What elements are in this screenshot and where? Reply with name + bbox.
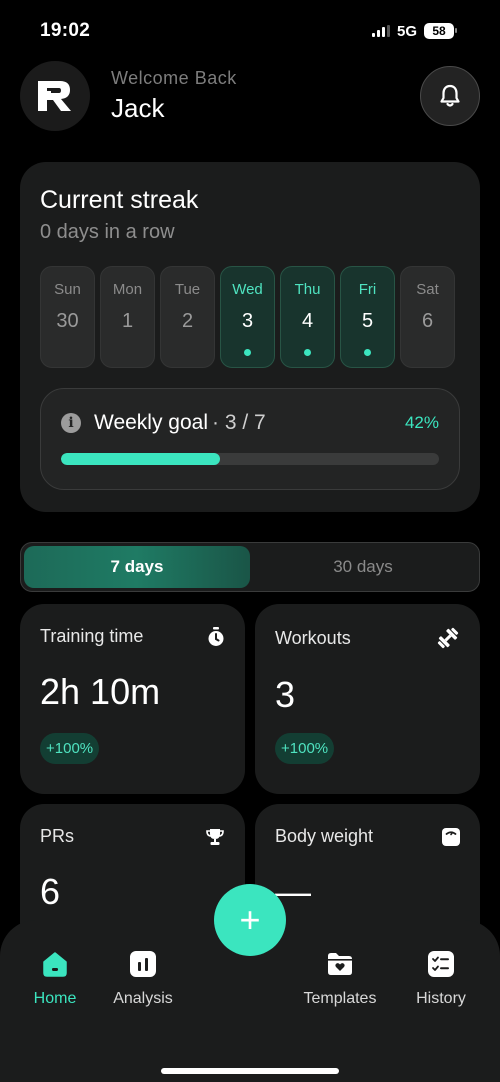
dumbbell-icon xyxy=(437,627,459,649)
day-sat[interactable]: Sat 6 xyxy=(400,266,455,368)
nav-templates[interactable]: Templates xyxy=(285,950,395,1008)
day-mon[interactable]: Mon 1 xyxy=(100,266,155,368)
scale-icon xyxy=(442,827,460,846)
day-name: Sun xyxy=(54,281,81,298)
bell-icon xyxy=(440,84,460,107)
day-number: 6 xyxy=(421,310,434,332)
day-name: Tue xyxy=(174,281,201,298)
nav-home-label: Home xyxy=(33,990,77,1007)
streak-subtitle: 0 days in a row xyxy=(40,221,175,243)
stopwatch-icon xyxy=(208,626,224,646)
week-days: Sun 30 Mon 1 Tue 2 Wed 3 Thu 4 Fri 5 Sat 6 xyxy=(40,266,460,368)
workouts-value: 3 xyxy=(275,674,296,715)
training-time-value: 2h 10m xyxy=(40,671,161,712)
day-thu[interactable]: Thu 4 xyxy=(280,266,335,368)
nav-templates-label: Templates xyxy=(303,990,377,1007)
day-name: Mon xyxy=(112,281,143,298)
notifications-button[interactable] xyxy=(420,66,480,126)
analysis-icon xyxy=(130,951,156,977)
nav-analysis-label: Analysis xyxy=(113,990,173,1007)
workout-dot xyxy=(244,349,251,356)
weekly-goal[interactable]: i Weekly goal · 3 / 7 42% xyxy=(40,388,460,490)
nav-history[interactable]: History xyxy=(386,950,496,1008)
trophy-icon xyxy=(206,828,224,845)
user-name: Jack xyxy=(111,93,165,123)
status-indicators: 5G 58 xyxy=(371,22,457,40)
day-number: 3 xyxy=(241,310,254,332)
header: Welcome Back Jack xyxy=(20,60,480,132)
day-tue[interactable]: Tue 2 xyxy=(160,266,215,368)
range-30-days[interactable]: 30 days xyxy=(250,546,476,588)
app-logo xyxy=(20,61,90,131)
add-workout-button[interactable]: + xyxy=(214,884,286,956)
training-time-label: Training time xyxy=(40,626,144,646)
day-wed[interactable]: Wed 3 xyxy=(220,266,275,368)
body-weight-value: — xyxy=(275,871,311,912)
day-name: Fri xyxy=(358,281,377,298)
training-time-change-badge: +100% xyxy=(40,733,100,764)
network-type: 5G xyxy=(396,22,417,40)
streak-title: Current streak xyxy=(40,186,199,214)
day-number: 2 xyxy=(181,310,194,332)
logo-icon xyxy=(35,81,71,111)
day-number: 5 xyxy=(361,310,374,332)
home-indicator xyxy=(161,1068,339,1074)
workout-dot xyxy=(364,349,371,356)
day-name: Sat xyxy=(416,281,439,298)
weekly-goal-label: Weekly goal xyxy=(94,411,209,434)
weekly-goal-progress-fill xyxy=(61,453,220,465)
checklist-icon xyxy=(428,951,454,977)
day-number: 30 xyxy=(56,310,79,332)
signal-icon xyxy=(371,25,390,37)
welcome-block: Welcome Back Jack xyxy=(111,68,420,124)
body-weight-label: Body weight xyxy=(275,826,374,846)
day-sun[interactable]: Sun 30 xyxy=(40,266,95,368)
day-fri[interactable]: Fri 5 xyxy=(340,266,395,368)
prs-label: PRs xyxy=(40,826,75,846)
folder-heart-icon xyxy=(328,953,352,975)
status-bar: 19:02 5G 58 xyxy=(0,0,500,62)
workouts-label: Workouts xyxy=(275,627,351,648)
nav-analysis[interactable]: Analysis xyxy=(88,950,198,1008)
weekly-goal-percent: 42% xyxy=(404,413,439,432)
status-time: 19:02 xyxy=(40,20,91,41)
workout-dot xyxy=(304,349,311,356)
battery-icon: 58 xyxy=(424,23,457,39)
workouts-change-badge: +100% xyxy=(275,733,335,764)
weekly-goal-count: · 3 / 7 xyxy=(212,411,266,434)
info-icon[interactable]: i xyxy=(61,413,81,433)
streak-card: Current streak 0 days in a row Sun 30 Mon 1… xyxy=(20,162,480,512)
prs-value: 6 xyxy=(40,871,61,912)
day-number: 4 xyxy=(301,310,314,332)
day-name: Wed xyxy=(232,281,263,298)
home-icon xyxy=(43,952,67,977)
training-time-card[interactable]: Training time 2h 10m +100% xyxy=(20,604,245,794)
range-7-days[interactable]: 7 days xyxy=(24,546,250,588)
day-number: 1 xyxy=(121,310,134,332)
welcome-subtitle: Welcome Back xyxy=(111,68,237,88)
weekly-goal-progress xyxy=(61,453,439,465)
nav-history-label: History xyxy=(416,990,466,1007)
range-toggle: 7 days 30 days xyxy=(20,542,480,592)
day-name: Thu xyxy=(294,281,321,298)
workouts-card[interactable]: Workouts 3 +100% xyxy=(255,604,480,794)
